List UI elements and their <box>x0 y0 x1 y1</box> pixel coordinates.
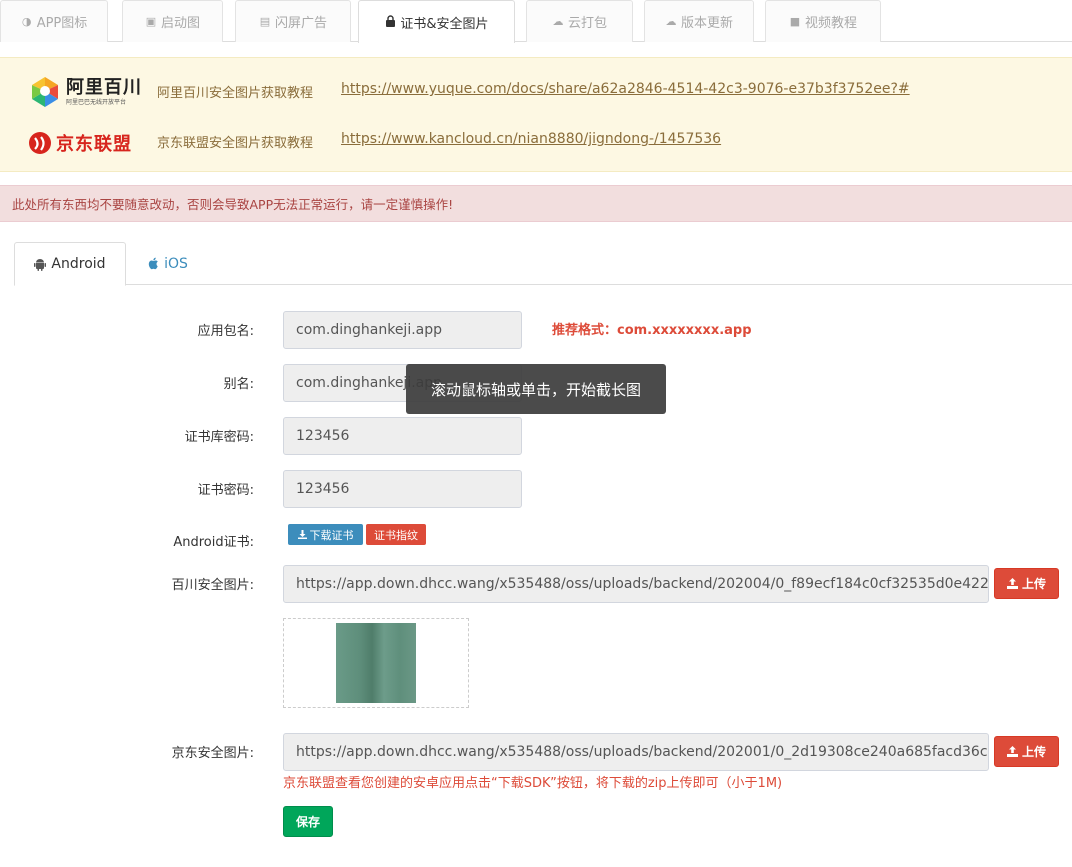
tab-splash-image[interactable]: ▣ 启动图 <box>122 0 223 42</box>
apple-icon <box>148 257 158 270</box>
jd-image-label: 京东安全图片: <box>171 746 254 761</box>
image-icon: ▣ <box>145 15 157 28</box>
package-name-input[interactable]: com.dinghankeji.app <box>283 311 522 349</box>
android-cert-label: Android证书: <box>173 535 254 550</box>
tab-label: 证书&安全图片 <box>400 16 489 32</box>
tab-cert-security[interactable]: 证书&安全图片 <box>358 0 515 43</box>
cloud-icon: ☁ <box>552 15 564 28</box>
android-icon <box>34 258 47 271</box>
alibaichuan-logo-icon <box>32 77 58 107</box>
jd-union-logo-icon <box>29 132 51 154</box>
tab-label: 云打包 <box>567 16 607 31</box>
jd-upload-button[interactable]: 上传 <box>994 736 1059 767</box>
tab-label: APP图标 <box>36 16 88 31</box>
top-tab-bar: ◑ APP图标 ▣ 启动图 ▤ 闪屏广告 证书&安全图片 ☁ 云打包 ☁ 版本更… <box>0 0 1072 43</box>
video-icon: ■ <box>789 15 801 28</box>
security-image-thumbnail <box>336 623 416 703</box>
upload-label: 上传 <box>1021 577 1046 591</box>
cert-fingerprint-button[interactable]: 证书指纹 <box>366 524 426 545</box>
file-icon: ▤ <box>259 15 271 28</box>
tab-label: 闪屏广告 <box>274 16 327 31</box>
package-format-hint: 推荐格式：com.xxxxxxxx.app <box>552 323 752 338</box>
jd-upload-hint: 京东联盟查看您创建的安卓应用点击“下载SDK”按钮，将下载的zip上传即可（小于… <box>283 776 783 791</box>
baichuan-image-url-input[interactable]: https://app.down.dhcc.wang/x535488/oss/u… <box>283 565 989 603</box>
save-button[interactable]: 保存 <box>283 806 333 837</box>
baichuan-upload-button[interactable]: 上传 <box>994 568 1059 599</box>
upload-label: 上传 <box>1021 745 1046 759</box>
tab-app-icon[interactable]: ◑ APP图标 <box>0 0 108 42</box>
cloud-download-icon: ☁ <box>665 15 677 28</box>
half-circle-icon: ◑ <box>21 15 32 28</box>
cert-password-label: 证书密码: <box>197 483 254 498</box>
ali-tutorial-link[interactable]: https://www.yuque.com/docs/share/a62a284… <box>341 81 910 97</box>
platform-tabs: Android iOS <box>14 242 1072 286</box>
package-name-label: 应用包名: <box>197 324 254 339</box>
jd-tutorial-label: 京东联盟安全图片获取教程 <box>157 136 314 151</box>
upload-icon <box>1006 578 1018 589</box>
alibaichuan-logo-text: 阿里百川 <box>66 76 142 98</box>
keystore-password-label: 证书库密码: <box>184 430 254 445</box>
tab-android[interactable]: Android <box>14 242 126 286</box>
download-cert-label: 下载证书 <box>309 528 354 542</box>
tab-android-label: Android <box>51 256 106 272</box>
cert-fingerprint-label: 证书指纹 <box>374 528 418 542</box>
tab-ios-label: iOS <box>164 255 188 272</box>
tab-label: 视频教程 <box>804 16 857 31</box>
jd-tutorial-link[interactable]: https://www.kancloud.cn/nian8880/jigndon… <box>341 131 721 147</box>
tab-label: 启动图 <box>160 16 200 31</box>
download-icon <box>297 530 307 539</box>
baichuan-image-preview <box>283 618 469 708</box>
lock-icon <box>384 14 396 30</box>
tab-video-tutorial[interactable]: ■ 视频教程 <box>765 0 881 42</box>
keystore-password-input[interactable]: 123456 <box>283 417 522 455</box>
screenshot-tooltip: 滚动鼠标轴或单击，开始截长图 <box>406 364 666 414</box>
tab-version-update[interactable]: ☁ 版本更新 <box>644 0 754 42</box>
tab-ios[interactable]: iOS <box>138 242 198 285</box>
jd-image-url-input[interactable]: https://app.down.dhcc.wang/x535488/oss/u… <box>283 733 989 771</box>
tab-splash-ad[interactable]: ▤ 闪屏广告 <box>235 0 351 42</box>
baichuan-image-label: 百川安全图片: <box>171 578 254 593</box>
download-cert-button[interactable]: 下载证书 <box>288 524 363 545</box>
warning-text: 此处所有东西均不要随意改动，否则会导致APP无法正常运行，请一定谨慎操作! <box>12 197 454 212</box>
jd-union-logo-text: 京东联盟 <box>56 134 132 155</box>
cert-password-input[interactable]: 123456 <box>283 470 522 508</box>
warning-banner: 此处所有东西均不要随意改动，否则会导致APP无法正常运行，请一定谨慎操作! <box>0 185 1072 222</box>
jd-union-logo: 京东联盟 <box>28 128 148 158</box>
tutorial-notice: 阿里百川 阿里巴巴无线开放平台 阿里百川安全图片获取教程 https://www… <box>0 57 1072 172</box>
tab-cloud-build[interactable]: ☁ 云打包 <box>526 0 633 42</box>
alibaichuan-logo: 阿里百川 阿里巴巴无线开放平台 <box>28 72 148 112</box>
tab-label: 版本更新 <box>680 16 733 31</box>
ali-tutorial-label: 阿里百川安全图片获取教程 <box>157 86 314 101</box>
upload-icon <box>1006 746 1018 757</box>
alias-label: 别名: <box>223 377 254 392</box>
alibaichuan-logo-subtext: 阿里巴巴无线开放平台 <box>66 98 127 106</box>
